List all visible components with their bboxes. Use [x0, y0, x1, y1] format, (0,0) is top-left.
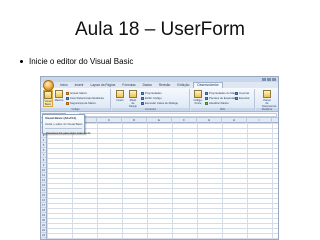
modify-group: Painel de Documentos Modificar	[256, 89, 278, 111]
office-button-icon[interactable]	[43, 80, 54, 91]
maximize-icon[interactable]	[267, 78, 271, 81]
macros-button[interactable]: Macros	[54, 90, 64, 107]
slide-title: Aula 18 – UserForm	[74, 19, 245, 40]
controls-group-label: Controles	[112, 108, 189, 111]
excel-screenshot: Início Inserir Layout da Página Fórmulas…	[40, 76, 279, 240]
minimize-icon[interactable]	[262, 78, 266, 81]
import-icon	[235, 91, 238, 95]
code-group: Visual Basic Macros Gravar Macro Usar Re…	[41, 89, 111, 111]
ribbon: Visual Basic Macros Gravar Macro Usar Re…	[41, 88, 278, 112]
tooltip-help-text: Pressione F1 para obter mais ajuda.	[46, 131, 92, 135]
export-icon	[235, 96, 238, 100]
warning-icon	[66, 101, 69, 105]
source-button[interactable]: Código-Fonte	[193, 90, 203, 107]
macros-icon	[55, 90, 63, 98]
cell-area[interactable]	[47, 123, 278, 239]
map-properties-icon	[205, 91, 208, 95]
export-button[interactable]: Exportar	[235, 96, 250, 100]
document-panel-button[interactable]: Painel de Documentos	[262, 90, 277, 108]
formula-input[interactable]	[79, 113, 277, 117]
view-code-icon	[141, 96, 144, 100]
run-dialog-button[interactable]: Executar Caixa de Diálogo	[141, 101, 178, 105]
tooltip-help: Pressione F1 para obter mais ajuda.	[45, 131, 91, 135]
map-properties-button[interactable]: Propriedades do Mapa	[205, 91, 237, 95]
import-button[interactable]: Importar	[235, 91, 249, 95]
run-dialog-icon	[141, 101, 144, 105]
source-icon	[194, 90, 202, 98]
worksheet-grid: A B C D E F G H I 1 2 3 4 5 6 7 8 9 10 1…	[41, 118, 278, 239]
visual-basic-button[interactable]: Visual Basic	[43, 90, 53, 107]
document-panel-icon	[263, 90, 271, 98]
properties-icon	[141, 91, 144, 95]
record-macro-button[interactable]: Gravar Macro	[66, 91, 87, 95]
tooltip-divider	[45, 128, 82, 129]
relative-refs-button[interactable]: Usar Referências Relativas	[66, 96, 104, 100]
xml-group-label: XML	[191, 108, 254, 111]
design-mode-button[interactable]: Modo de Design	[128, 90, 138, 108]
record-macro-icon	[66, 91, 69, 95]
design-mode-icon	[129, 90, 137, 98]
refresh-data-button[interactable]: Atualizar Dados	[205, 101, 229, 105]
expansion-packs-icon	[205, 96, 208, 100]
close-icon[interactable]	[272, 78, 276, 81]
bullet-item: Inicie o editor do Visual Basic	[20, 57, 133, 66]
tooltip-title: Visual Basic (Alt+F11)	[45, 116, 77, 120]
bullet-text: Inicie o editor do Visual Basic	[29, 57, 134, 66]
bullet-dot-icon	[20, 60, 23, 63]
expansion-packs-button[interactable]: Pacotes de Expansão	[205, 96, 236, 100]
insert-control-button[interactable]: Inserir	[115, 90, 125, 107]
visual-basic-icon	[44, 91, 52, 99]
code-group-label: Código	[41, 108, 110, 111]
visual-basic-tooltip: Visual Basic (Alt+F11) Iniciar o editor …	[42, 114, 91, 135]
refresh-icon	[205, 101, 208, 105]
macro-security-button[interactable]: Segurança de Macro	[66, 101, 96, 105]
properties-button[interactable]: Propriedades	[141, 91, 162, 95]
controls-group: Inserir Modo de Design Propriedades Exib…	[112, 89, 190, 111]
toolbox-icon	[116, 90, 124, 98]
row-header[interactable]: 23	[41, 233, 46, 238]
relative-refs-icon	[66, 96, 69, 100]
view-code-button[interactable]: Exibir Código	[141, 96, 162, 100]
modify-group-label: Modificar	[256, 108, 278, 111]
xml-group: Código-Fonte Propriedades do Mapa Pacote…	[191, 89, 255, 111]
window-controls	[262, 78, 276, 81]
tooltip-description: Iniciar o editor do Visual Basic.	[45, 122, 84, 126]
